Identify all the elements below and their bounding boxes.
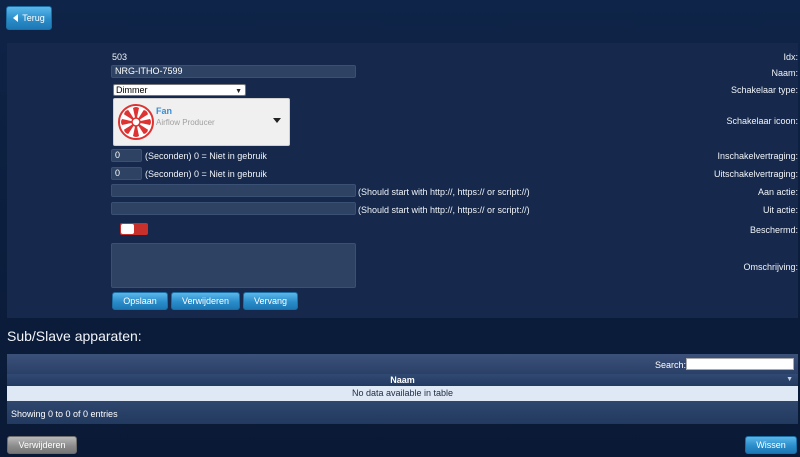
- replace-button[interactable]: Vervang: [243, 292, 298, 310]
- subdevice-delete-button[interactable]: Verwijderen: [7, 436, 77, 454]
- dropdown-caret-icon: [273, 118, 281, 123]
- switch-type-value: Dimmer: [116, 85, 148, 95]
- off-action-label: Uit actie:: [762, 205, 798, 215]
- chevron-down-icon: ▼: [235, 88, 242, 95]
- protected-toggle[interactable]: [120, 223, 148, 235]
- on-delay-hint: (Seconden) 0 = Niet in gebruik: [145, 151, 267, 161]
- column-header-name[interactable]: Naam ▼: [7, 374, 798, 386]
- subdevices-title: Sub/Slave apparaten:: [7, 328, 142, 344]
- name-label: Naam:: [771, 68, 798, 78]
- on-action-label: Aan actie:: [757, 187, 798, 197]
- search-label: Search:: [654, 360, 686, 370]
- idx-label: Idx:: [783, 52, 798, 62]
- on-action-hint: (Should start with http://, https:// or …: [358, 187, 530, 197]
- on-action-input[interactable]: [111, 184, 356, 197]
- table-toolbar: Search:: [7, 354, 798, 374]
- save-button[interactable]: Opslaan: [112, 292, 168, 310]
- fan-icon: [118, 104, 154, 140]
- table-footer: Showing 0 to 0 of 0 entries: [7, 401, 798, 424]
- switch-icon-picker[interactable]: Fan Airflow Producer: [113, 98, 290, 146]
- idx-value: 503: [112, 52, 128, 62]
- sort-icon: ▼: [786, 376, 793, 383]
- off-delay-label: Uitschakelvertraging:: [713, 169, 798, 179]
- switch-type-select[interactable]: Dimmer ▼: [113, 84, 246, 96]
- chevron-left-icon: [13, 14, 19, 22]
- back-button-label: Terug: [22, 13, 45, 23]
- switch-icon-label: Schakelaar icoon:: [726, 116, 798, 126]
- off-delay-hint: (Seconden) 0 = Niet in gebruik: [145, 169, 267, 179]
- column-header-label: Naam: [390, 375, 415, 385]
- protected-label: Beschermd:: [749, 225, 798, 235]
- off-delay-input[interactable]: 0: [111, 167, 142, 180]
- description-label: Omschrijving:: [743, 262, 798, 272]
- table-empty-row: No data available in table: [7, 386, 798, 401]
- on-delay-label: Inschakelvertraging:: [717, 151, 798, 161]
- switch-type-label: Schakelaar type:: [730, 85, 798, 95]
- description-textarea[interactable]: [111, 243, 356, 288]
- toggle-knob: [121, 224, 134, 234]
- off-action-input[interactable]: [111, 202, 356, 215]
- subdevices-table: Search: Naam ▼ No data available in tabl…: [7, 354, 798, 424]
- clear-button[interactable]: Wissen: [745, 436, 797, 454]
- icon-subtitle: Airflow Producer: [156, 118, 215, 127]
- table-info: Showing 0 to 0 of 0 entries: [11, 409, 118, 419]
- back-button[interactable]: Terug: [6, 6, 52, 30]
- delete-button[interactable]: Verwijderen: [171, 292, 240, 310]
- icon-title: Fan: [156, 106, 173, 116]
- off-action-hint: (Should start with http://, https:// or …: [358, 205, 530, 215]
- name-input[interactable]: NRG-ITHO-7599: [111, 65, 356, 78]
- search-input[interactable]: [686, 358, 794, 370]
- on-delay-input[interactable]: 0: [111, 149, 142, 162]
